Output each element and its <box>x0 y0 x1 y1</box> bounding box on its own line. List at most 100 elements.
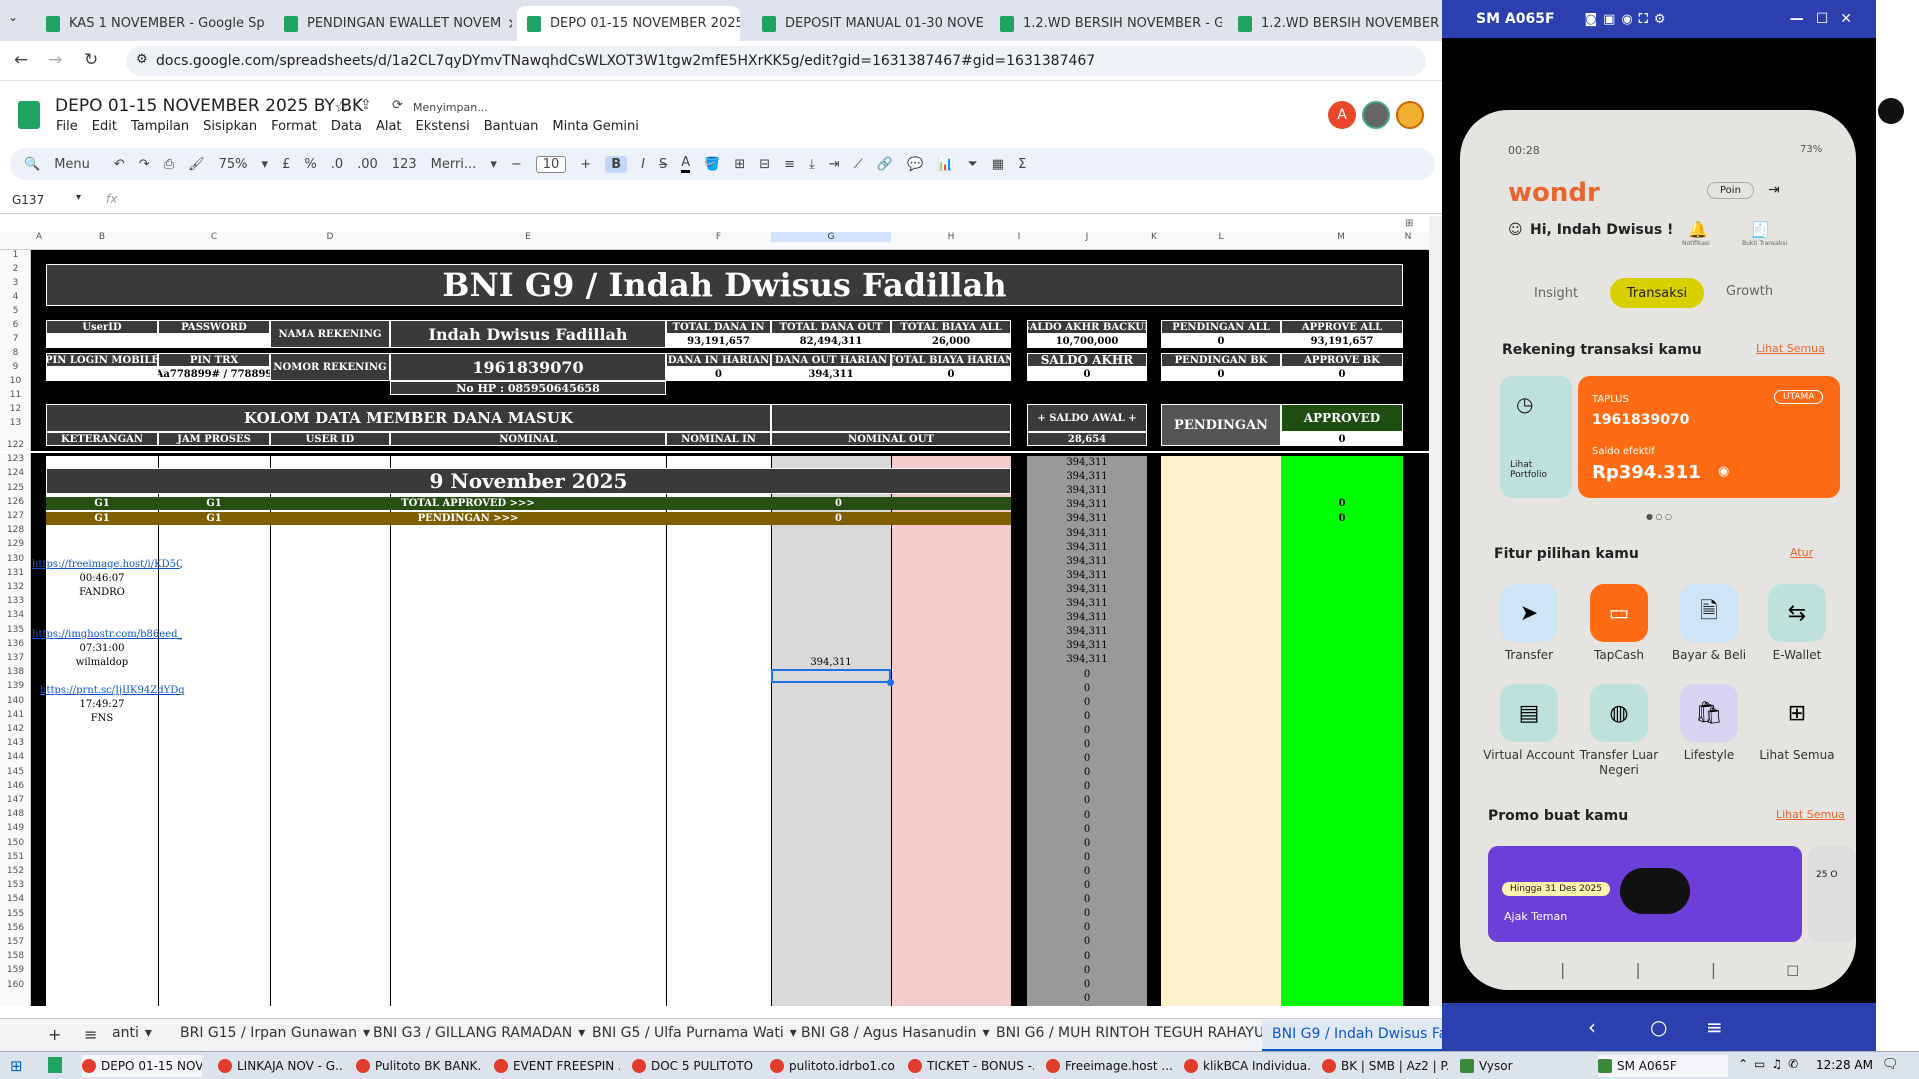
saldo-cell[interactable]: 0 <box>1027 809 1147 822</box>
grid-icon[interactable]: ⊞ <box>1768 684 1826 742</box>
header-cell[interactable]: + SALDO AWAL + <box>1027 404 1147 432</box>
account-number-cell[interactable]: 1961839070 <box>390 353 666 381</box>
pending-bk-value[interactable]: 0 <box>1161 367 1281 381</box>
font-size-plus-icon[interactable]: + <box>580 157 591 172</box>
row-number[interactable]: 138 <box>0 667 31 681</box>
portfolio-card[interactable]: ◷ Lihat Portfolio <box>1500 376 1572 498</box>
header-cell[interactable]: NOMINAL IN <box>666 432 771 446</box>
chart-icon[interactable]: 📊 <box>937 157 953 172</box>
saldo-cell[interactable]: 0 <box>1027 935 1147 948</box>
saldo-cell[interactable]: 0 <box>1027 992 1147 1005</box>
avatar[interactable] <box>1362 101 1390 129</box>
move-icon[interactable]: ⇪ <box>360 97 372 113</box>
browser-tab[interactable]: 1.2.WD BERSIH NOVEMBER - G <box>1228 6 1443 41</box>
row-number[interactable]: 1 <box>0 250 31 264</box>
row-number[interactable]: 133 <box>0 596 31 610</box>
total-approved-label[interactable]: TOTAL APPROVED >>> <box>270 497 666 510</box>
saldo-cell[interactable]: 0 <box>1027 696 1147 709</box>
promo-lihat-link[interactable]: Lihat Semua <box>1776 808 1845 821</box>
header-cell[interactable]: USER ID <box>270 432 390 446</box>
saldo-cell[interactable]: 0 <box>1027 823 1147 836</box>
close-icon[interactable]: ✕ <box>265 15 268 33</box>
font-size-input[interactable]: 10 <box>535 155 567 173</box>
row-number[interactable]: 151 <box>0 852 31 866</box>
taskbar-item[interactable]: SM A065F <box>1598 1055 1728 1077</box>
poin-button[interactable]: Poin <box>1707 182 1754 199</box>
header-cell[interactable]: NAMA REKENING <box>270 320 390 348</box>
saldo-cell[interactable]: 0 <box>1027 907 1147 920</box>
saldo-cell[interactable]: 394,311 <box>1027 611 1147 624</box>
sheet-tab[interactable]: BNI G5 / Ulfa Purnama Wati ▾ <box>592 1025 797 1041</box>
header-cell[interactable]: NOMOR REKENING <box>270 353 390 381</box>
number-format-button[interactable]: 123 <box>392 157 417 172</box>
clock[interactable]: 12:28 AM <box>1816 1058 1873 1072</box>
saldo-cell[interactable]: 0 <box>1027 865 1147 878</box>
menu-search[interactable]: Menu <box>54 157 90 172</box>
row-number[interactable]: 149 <box>0 823 31 837</box>
strikethrough-button[interactable]: S <box>659 157 667 172</box>
row-number[interactable]: 140 <box>0 696 31 710</box>
feature-label[interactable]: Transfer Luar Negeri <box>1573 748 1665 778</box>
chevron-down-icon[interactable]: ▾ <box>262 157 269 172</box>
header-cell[interactable]: PIN TRX <box>158 353 270 367</box>
saldo-cell[interactable]: 394,311 <box>1027 639 1147 652</box>
paint-format-icon[interactable]: 🖌 <box>188 157 205 172</box>
taskbar-item[interactable]: EVENT FREESPIN ... <box>494 1055 620 1077</box>
borders-icon[interactable]: ⊞ <box>734 157 745 172</box>
total-fee-value[interactable]: 26,000 <box>891 334 1011 348</box>
tray-icons[interactable]: ⌃▭♫✆ <box>1738 1057 1804 1071</box>
promo-banner-2[interactable]: 25 O <box>1808 846 1856 942</box>
menu-format[interactable]: Format <box>271 119 317 134</box>
header-cell[interactable]: APPROVE BK <box>1281 353 1403 367</box>
col-header[interactable]: K <box>1147 232 1161 242</box>
avatar[interactable] <box>1878 98 1904 124</box>
back-icon[interactable]: ‹ <box>1588 1015 1596 1039</box>
saldo-cell[interactable]: 394,311 <box>1027 541 1147 554</box>
saldo-cell[interactable]: 0 <box>1027 964 1147 977</box>
saldo-cell[interactable]: 394,311 <box>1027 456 1147 469</box>
approved-value[interactable]: 0 <box>1281 497 1403 510</box>
chevron-down-icon[interactable]: ▾ <box>490 157 497 172</box>
daily-out-value[interactable]: 394,311 <box>771 367 891 381</box>
row-number[interactable]: 125 <box>0 483 31 497</box>
feature-label[interactable]: TapCash <box>1573 648 1665 663</box>
font-size-minus-icon[interactable]: − <box>511 157 522 172</box>
row-number[interactable]: 9 <box>0 362 31 376</box>
group-cell[interactable]: G1 <box>158 512 270 525</box>
header-cell[interactable]: TOTAL DANA IN <box>666 320 771 334</box>
comment-icon[interactable]: 💬 <box>907 157 923 172</box>
approved-header[interactable]: APPROVED <box>1281 404 1403 432</box>
zoom-select[interactable]: 75% <box>219 157 248 172</box>
fill-handle[interactable] <box>887 679 894 686</box>
pending-value[interactable]: 0 <box>666 512 1011 525</box>
taskbar-item[interactable]: DOC 5 PULITOTO ... <box>632 1055 758 1077</box>
bold-button[interactable]: B <box>605 155 628 173</box>
taskbar-item[interactable]: Vysor <box>1460 1055 1590 1077</box>
row-number[interactable]: 160 <box>0 980 31 994</box>
browser-tab[interactable]: PENDINGAN EWALLET NOVEM✕ <box>274 6 512 41</box>
row-number[interactable]: 3 <box>0 278 31 292</box>
row-number[interactable]: 145 <box>0 767 31 781</box>
increase-decimal-button[interactable]: .00 <box>357 157 378 172</box>
saldo-cell[interactable]: 394,311 <box>1027 653 1147 666</box>
row-number[interactable]: 10 <box>0 376 31 390</box>
cell[interactable] <box>771 404 1011 432</box>
row-number[interactable]: 124 <box>0 468 31 482</box>
row-number[interactable]: 156 <box>0 923 31 937</box>
header-cell[interactable]: PENDINGAN ALL <box>1161 320 1281 334</box>
col-header[interactable]: L <box>1161 232 1281 242</box>
wrap-icon[interactable]: ⇥ <box>829 157 840 172</box>
window-controls[interactable]: —☐✕ <box>1790 11 1864 27</box>
col-nominal-out-g[interactable] <box>772 456 891 1006</box>
globe-icon[interactable]: ◍ <box>1590 684 1648 742</box>
saldo-cell[interactable]: 0 <box>1027 978 1147 991</box>
feature-label[interactable]: E-Wallet <box>1751 648 1843 663</box>
transfer-icon[interactable]: ➤ <box>1500 584 1558 642</box>
header-cell[interactable]: SALDO AKHR <box>1027 353 1147 367</box>
url-field[interactable]: ⚙ docs.google.com/spreadsheets/d/1a2CL7q… <box>126 46 1426 76</box>
sheet-tab[interactable]: BNI G6 / MUH RINTOH TEGUH RAHAYU▾ <box>996 1025 1277 1041</box>
total-approved-value[interactable]: 0 <box>666 497 1011 510</box>
date-header[interactable]: 9 November 2025 <box>46 468 1011 494</box>
link-icon[interactable]: 🔗 <box>877 157 893 172</box>
saldo-cell[interactable]: 394,311 <box>1027 527 1147 540</box>
